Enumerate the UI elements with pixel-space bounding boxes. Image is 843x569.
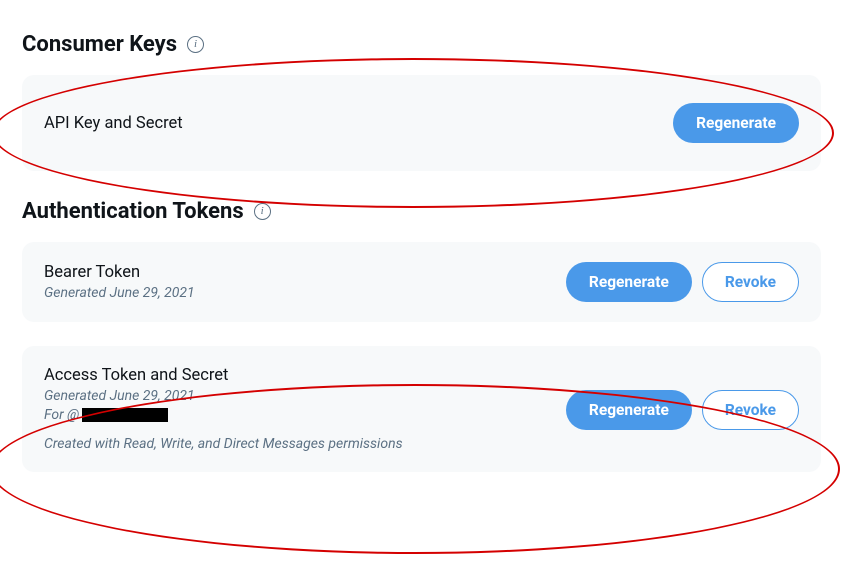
- card-bearer-token: Bearer Token Generated June 29, 2021 Reg…: [22, 242, 821, 322]
- info-icon[interactable]: i: [187, 36, 204, 53]
- heading-auth-tokens: Authentication Tokens: [22, 199, 244, 224]
- card-title-api-key: API Key and Secret: [44, 114, 183, 133]
- for-handle-line: For @: [44, 407, 403, 423]
- card-title-access: Access Token and Secret: [44, 366, 403, 385]
- generated-date-access: Generated June 29, 2021: [44, 388, 403, 404]
- perm-suffix: permissions: [325, 436, 403, 452]
- revoke-bearer-button[interactable]: Revoke: [702, 262, 799, 302]
- perm-prefix: Created with: [44, 436, 124, 452]
- for-prefix: For @: [44, 407, 79, 423]
- revoke-access-button[interactable]: Revoke: [702, 390, 799, 430]
- section-head-consumer-keys: Consumer Keys i: [22, 32, 821, 57]
- card-title-bearer: Bearer Token: [44, 263, 195, 282]
- regenerate-api-key-button[interactable]: Regenerate: [673, 103, 799, 143]
- heading-consumer-keys: Consumer Keys: [22, 32, 177, 57]
- regenerate-bearer-button[interactable]: Regenerate: [566, 262, 692, 302]
- card-api-key-secret: API Key and Secret Regenerate: [22, 75, 821, 171]
- permissions-line: Created with Read, Write, and Direct Mes…: [44, 436, 403, 452]
- regenerate-access-button[interactable]: Regenerate: [566, 390, 692, 430]
- generated-date-bearer: Generated June 29, 2021: [44, 285, 195, 301]
- section-head-auth-tokens: Authentication Tokens i: [22, 199, 821, 224]
- permissions-link[interactable]: Read, Write, and Direct Messages: [124, 436, 325, 452]
- redacted-handle: [82, 408, 168, 422]
- info-icon[interactable]: i: [254, 203, 271, 220]
- card-access-token-secret: Access Token and Secret Generated June 2…: [22, 346, 821, 472]
